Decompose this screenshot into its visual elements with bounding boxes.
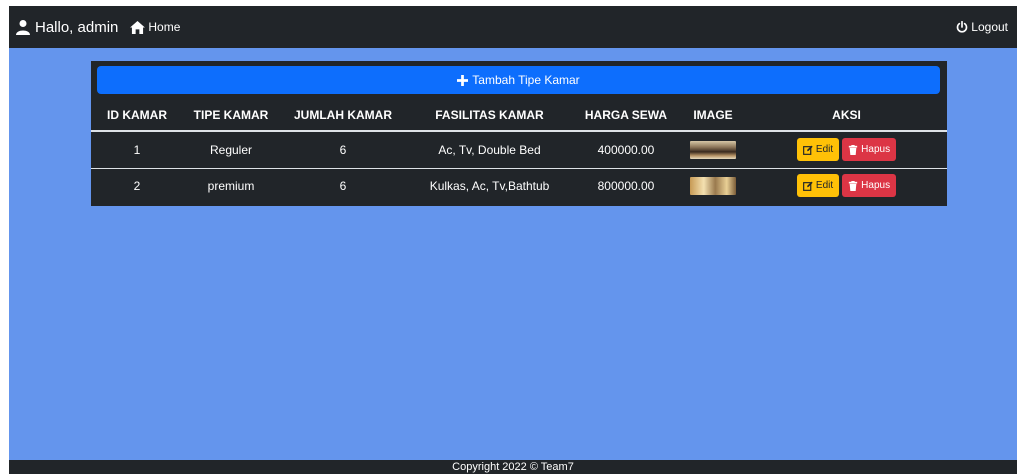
delete-button[interactable]: Hapus <box>842 138 897 162</box>
header-id-kamar: ID KAMAR <box>91 100 183 132</box>
cell-aksi: Edit Hapus <box>746 168 947 203</box>
room-thumbnail <box>690 140 736 159</box>
cell-tipe: premium <box>207 178 255 193</box>
cell-id: 1 <box>91 131 183 169</box>
cell-jumlah: 6 <box>279 131 407 169</box>
hapus-label: Hapus <box>861 180 891 192</box>
table-row: 2 premium 6 Kulkas, Ac, Tv,Bathtub 80000… <box>91 168 947 203</box>
home-label: Home <box>148 20 181 34</box>
room-type-panel: Tambah Tipe Kamar ID KAMAR TIPE KAMAR JU… <box>91 61 947 206</box>
edit-icon <box>803 181 813 191</box>
edit-button[interactable]: Edit <box>796 174 840 198</box>
logout-label: Logout <box>971 20 1008 34</box>
trash-icon <box>848 180 858 191</box>
page-footer: Copyright 2022 © Team7 <box>9 460 1017 474</box>
cell-fasilitas: Kulkas, Ac, Tv,Bathtub <box>429 178 550 193</box>
page-background: Hallo, admin Home Logout Tambah Tipe Kam… <box>9 6 1017 474</box>
add-button-label: Tambah Tipe Kamar <box>472 73 580 87</box>
cell-harga: 800000.00 <box>597 178 655 193</box>
header-harga-sewa: HARGA SEWA <box>572 100 680 132</box>
edit-label: Edit <box>815 180 834 192</box>
cell-image <box>680 168 746 203</box>
top-navbar: Hallo, admin Home Logout <box>9 6 1017 48</box>
edit-button[interactable]: Edit <box>796 138 840 162</box>
cell-jumlah: 6 <box>339 178 347 193</box>
cell-image <box>680 131 746 169</box>
copyright-text: Copyright 2022 © Team7 <box>452 461 574 473</box>
logout-link[interactable]: Logout <box>956 6 1008 48</box>
hapus-label: Hapus <box>861 144 891 156</box>
delete-button[interactable]: Hapus <box>842 174 897 198</box>
user-greeting[interactable]: Hallo, admin <box>15 19 118 36</box>
room-thumbnail <box>690 176 736 195</box>
user-icon <box>16 20 30 35</box>
cell-aksi: Edit Hapus <box>746 131 947 169</box>
edit-label: Edit <box>815 144 834 156</box>
table-row: 1 Reguler 6 Ac, Tv, Double Bed 400000.00 <box>91 131 947 169</box>
header-jumlah-kamar: JUMLAH KAMAR <box>279 100 407 132</box>
home-link[interactable]: Home <box>130 20 180 34</box>
cell-tipe: Reguler <box>183 131 279 169</box>
home-icon <box>130 20 146 34</box>
room-type-table: ID KAMAR TIPE KAMAR JUMLAH KAMAR FASILIT… <box>91 100 947 203</box>
cell-harga: 400000.00 <box>572 131 680 169</box>
header-aksi: AKSI <box>746 100 947 132</box>
table-header-row: ID KAMAR TIPE KAMAR JUMLAH KAMAR FASILIT… <box>91 100 947 132</box>
header-image: IMAGE <box>680 100 746 132</box>
edit-icon <box>803 145 813 155</box>
header-tipe-kamar: TIPE KAMAR <box>183 100 279 132</box>
greeting-text: Hallo, admin <box>35 18 119 36</box>
plus-icon <box>457 74 469 86</box>
trash-icon <box>848 144 858 155</box>
cell-fasilitas: Ac, Tv, Double Bed <box>407 131 572 169</box>
cell-id: 2 <box>133 178 141 193</box>
power-icon <box>957 21 968 33</box>
add-room-type-button[interactable]: Tambah Tipe Kamar <box>97 66 940 94</box>
header-fasilitas-kamar: FASILITAS KAMAR <box>407 100 572 132</box>
